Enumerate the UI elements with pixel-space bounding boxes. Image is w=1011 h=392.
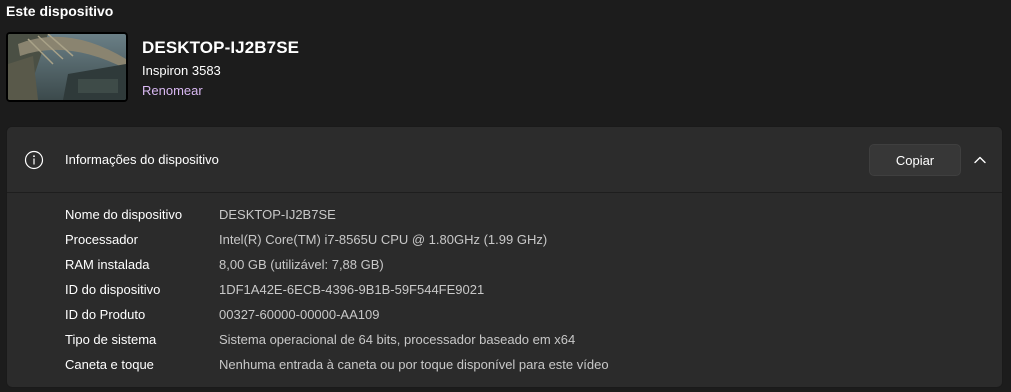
spec-label: Processador (65, 232, 138, 247)
spec-label: ID do Produto (65, 307, 146, 322)
spec-row: Nome do dispositivo DESKTOP-IJ2B7SE (65, 202, 609, 227)
device-model: Inspiron 3583 (142, 63, 221, 78)
spec-row: Tipo de sistema Sistema operacional de 6… (65, 327, 609, 352)
spec-row: ID do Produto 00327-60000-00000-AA109 (65, 302, 609, 327)
wallpaper-thumbnail (6, 32, 128, 102)
spec-row: ID do dispositivo 1DF1A42E-6ECB-4396-9B1… (65, 277, 609, 302)
device-info-header[interactable]: Informações do dispositivo Copiar (7, 127, 1002, 193)
device-header: DESKTOP-IJ2B7SE Inspiron 3583 Renomear (6, 32, 706, 102)
spec-value: Sistema operacional de 64 bits, processa… (219, 332, 576, 347)
about-page: Este dispositivo DESKTOP-IJ2B7SE Inspiro… (0, 0, 1011, 392)
spec-row: Caneta e toque Nenhuma entrada à caneta … (65, 352, 609, 377)
copy-button[interactable]: Copiar (869, 144, 961, 176)
spec-label: RAM instalada (65, 257, 150, 272)
device-info-card: Informações do dispositivo Copiar Nome d… (6, 126, 1003, 388)
spec-row: RAM instalada 8,00 GB (utilizável: 7,88 … (65, 252, 609, 277)
chevron-up-icon[interactable] (973, 153, 987, 167)
rename-link[interactable]: Renomear (142, 83, 203, 98)
device-specs-list: Nome do dispositivo DESKTOP-IJ2B7SE Proc… (65, 202, 609, 377)
info-icon (24, 150, 44, 170)
spec-value: 00327-60000-00000-AA109 (219, 307, 380, 322)
spec-value: Nenhuma entrada à caneta ou por toque di… (219, 357, 609, 372)
spec-label: Tipo de sistema (65, 332, 157, 347)
device-name: DESKTOP-IJ2B7SE (142, 38, 300, 57)
spec-value: DESKTOP-IJ2B7SE (219, 207, 336, 222)
spec-row: Processador Intel(R) Core(TM) i7-8565U C… (65, 227, 609, 252)
spec-value: 8,00 GB (utilizável: 7,88 GB) (219, 257, 384, 272)
spec-label: ID do dispositivo (65, 282, 161, 297)
section-title: Este dispositivo (6, 3, 114, 19)
spec-value: Intel(R) Core(TM) i7-8565U CPU @ 1.80GHz… (219, 232, 548, 247)
device-info-title: Informações do dispositivo (65, 152, 219, 167)
spec-label: Caneta e toque (65, 357, 154, 372)
spec-label: Nome do dispositivo (65, 207, 183, 222)
spec-value: 1DF1A42E-6ECB-4396-9B1B-59F544FE9021 (219, 282, 485, 297)
